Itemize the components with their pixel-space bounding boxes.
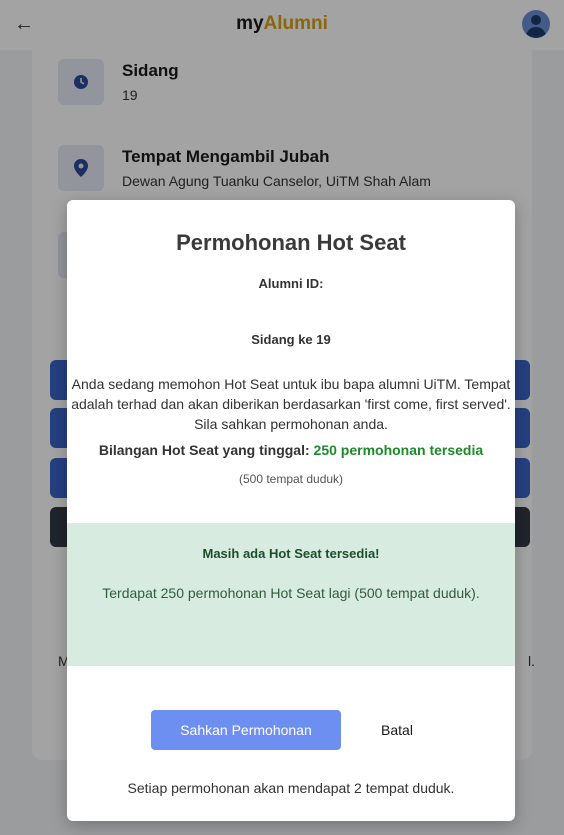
modal-description: Anda sedang memohon Hot Seat untuk ibu b…	[71, 376, 511, 432]
capacity-note: (500 tempat duduk)	[238, 472, 344, 486]
remaining-value: 250 permohonan tersedia	[313, 442, 484, 458]
confirm-button[interactable]: Sahkan Permohonan	[151, 710, 341, 750]
alumni-id-label: Alumni ID:	[258, 276, 324, 291]
hot-seat-modal: Permohonan Hot Seat Alumni ID: Sidang ke…	[67, 200, 515, 821]
cancel-button[interactable]: Batal	[357, 710, 437, 750]
availability-box: Masih ada Hot Seat tersedia! Terdapat 25…	[67, 523, 515, 666]
sidang-label: Sidang ke 19	[251, 332, 331, 347]
availability-text: Terdapat 250 permohonan Hot Seat lagi (5…	[102, 585, 480, 601]
modal-footer-note: Setiap permohonan akan mendapat 2 tempat…	[127, 780, 455, 796]
modal-title: Permohonan Hot Seat	[176, 230, 406, 255]
remaining-seats: Bilangan Hot Seat yang tinggal: 250 perm…	[67, 442, 515, 458]
remaining-label: Bilangan Hot Seat yang tinggal:	[98, 442, 310, 458]
availability-title: Masih ada Hot Seat tersedia!	[202, 546, 380, 561]
